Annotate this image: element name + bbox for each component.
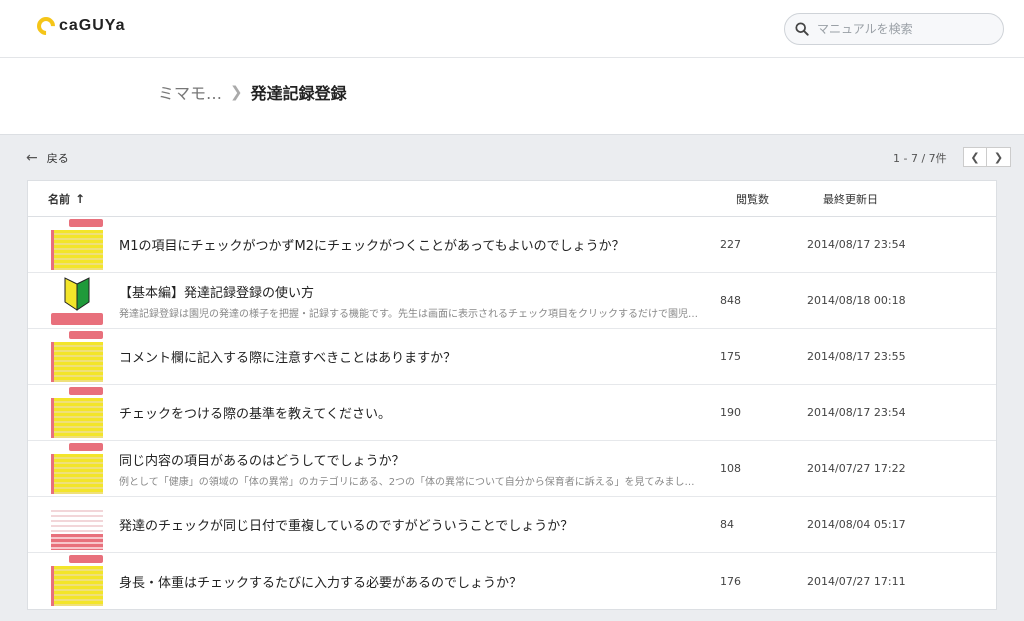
row-excerpt: 発達記録登録は園児の発達の様子を把握・記録する機能です。先生は画面に表示されるチ… bbox=[119, 308, 698, 320]
document-thumbnail bbox=[49, 330, 105, 384]
manual-table: 名前 ↑ 閲覧数 最終更新日 M1の項目にチェックがつかずM2にチェックがつくこ… bbox=[27, 180, 997, 610]
document-thumbnail bbox=[49, 442, 105, 496]
page-title: 発達記録登録 bbox=[250, 84, 347, 103]
pagination-count: 1 - 7 / 7件 bbox=[893, 152, 947, 165]
row-updated: 2014/08/17 23:55 bbox=[807, 350, 906, 363]
column-header-views[interactable]: 閲覧数 bbox=[736, 191, 823, 207]
row-updated: 2014/08/17 23:54 bbox=[807, 238, 906, 251]
back-button[interactable]: ← 戻る bbox=[26, 150, 69, 166]
arrow-left-icon: ← bbox=[26, 150, 38, 166]
list-toolbar: ← 戻る 1 - 7 / 7件 ❮ ❯ bbox=[0, 135, 1024, 180]
row-title[interactable]: 【基本編】発達記録登録の使い方 bbox=[119, 282, 710, 301]
row-views: 108 bbox=[720, 462, 741, 475]
row-views: 175 bbox=[720, 350, 741, 363]
row-title[interactable]: 身長・体重はチェックするたびに入力する必要があるのでしょうか？ bbox=[119, 572, 710, 591]
document-thumbnail bbox=[49, 273, 105, 328]
chevron-left-icon: ❮ bbox=[970, 150, 980, 164]
caguya-logo[interactable]: caGUYa bbox=[33, 13, 126, 39]
prev-page-button[interactable]: ❮ bbox=[963, 147, 987, 167]
logo-text: caGUYa bbox=[59, 17, 126, 34]
table-row[interactable]: 身長・体重はチェックするたびに入力する必要があるのでしょうか？ 176 2014… bbox=[28, 553, 996, 609]
pagination-controls: ❮ ❯ bbox=[963, 147, 1011, 167]
chevron-right-icon: ❯ bbox=[230, 83, 243, 101]
next-page-button[interactable]: ❯ bbox=[987, 147, 1011, 167]
row-views: 848 bbox=[720, 294, 741, 307]
row-excerpt: 例として「健康」の領域の「体の異常」のカテゴリにある、2つの「体の異常について自… bbox=[119, 476, 695, 488]
back-label: 戻る bbox=[46, 152, 69, 165]
document-thumbnail bbox=[49, 386, 105, 440]
table-row[interactable]: 発達のチェックが同じ日付で重複しているのですがどういうことでしょうか？ 84 2… bbox=[28, 497, 996, 553]
beginner-mark-icon bbox=[64, 276, 90, 311]
table-row[interactable]: M1の項目にチェックがつかずM2にチェックがつくことがあってもよいのでしょうか？… bbox=[28, 217, 996, 273]
chevron-right-icon: ❯ bbox=[993, 150, 1004, 164]
row-title[interactable]: 同じ内容の項目があるのはどうしてでしょうか？ bbox=[119, 450, 710, 469]
breadcrumb: ミマモ… ❯ 発達記録登録 bbox=[158, 80, 347, 104]
search-box[interactable] bbox=[784, 13, 1004, 45]
row-views: 84 bbox=[720, 518, 734, 531]
row-title[interactable]: M1の項目にチェックがつかずM2にチェックがつくことがあってもよいのでしょうか？ bbox=[119, 235, 710, 254]
search-icon bbox=[795, 22, 809, 36]
row-updated: 2014/07/27 17:11 bbox=[807, 574, 906, 588]
breadcrumb-parent-link[interactable]: ミマモ… bbox=[158, 80, 222, 104]
row-views: 190 bbox=[720, 406, 741, 419]
page-title-bar: ミマモ… ❯ 発達記録登録 bbox=[0, 58, 1024, 135]
column-header-name[interactable]: 名前 ↑ bbox=[28, 191, 736, 207]
table-row[interactable]: 【基本編】発達記録登録の使い方 発達記録登録は園児の発達の様子を把握・記録する機… bbox=[28, 273, 996, 329]
column-name-label: 名前 bbox=[48, 192, 70, 206]
sort-ascending-icon: ↑ bbox=[75, 191, 86, 206]
row-updated: 2014/07/27 17:22 bbox=[807, 462, 906, 475]
row-updated: 2014/08/04 05:17 bbox=[807, 518, 906, 531]
row-views: 227 bbox=[720, 238, 741, 251]
row-title[interactable]: 発達のチェックが同じ日付で重複しているのですがどういうことでしょうか？ bbox=[119, 515, 710, 534]
search-input[interactable] bbox=[817, 22, 987, 36]
row-title[interactable]: コメント欄に記入する際に注意すべきことはありますか？ bbox=[119, 347, 710, 366]
row-updated: 2014/08/18 00:18 bbox=[807, 294, 906, 307]
document-thumbnail bbox=[49, 554, 105, 608]
table-row[interactable]: コメント欄に記入する際に注意すべきことはありますか？ 175 2014/08/1… bbox=[28, 329, 996, 385]
table-row[interactable]: チェックをつける際の基準を教えてください。 190 2014/08/17 23:… bbox=[28, 385, 996, 441]
row-title[interactable]: チェックをつける際の基準を教えてください。 bbox=[119, 403, 710, 422]
logo-moon-icon bbox=[33, 13, 59, 39]
app-header: caGUYa bbox=[0, 0, 1024, 58]
document-thumbnail bbox=[49, 218, 105, 272]
table-row[interactable]: 同じ内容の項目があるのはどうしてでしょうか？ 例として「健康」の領域の「体の異常… bbox=[28, 441, 996, 497]
row-views: 176 bbox=[720, 574, 741, 588]
document-thumbnail bbox=[49, 497, 105, 552]
column-header-updated[interactable]: 最終更新日 bbox=[823, 191, 993, 207]
table-header: 名前 ↑ 閲覧数 最終更新日 bbox=[28, 181, 996, 217]
row-updated: 2014/08/17 23:54 bbox=[807, 406, 906, 419]
